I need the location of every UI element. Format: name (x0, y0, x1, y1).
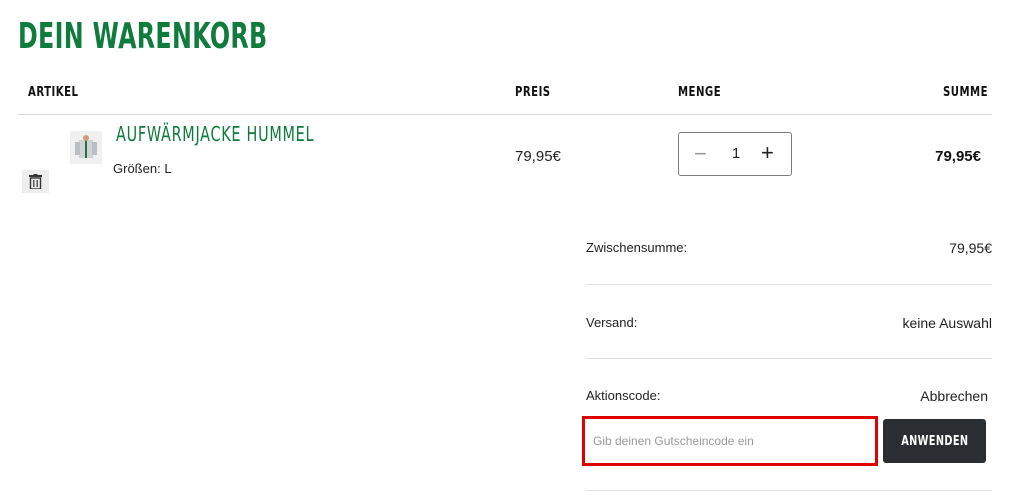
apply-coupon-button[interactable]: ANWENDEN (883, 419, 986, 463)
size-value: L (164, 161, 172, 176)
summary-divider (586, 284, 992, 285)
column-header-quantity: MENGE (678, 85, 722, 100)
jacket-thumbnail[interactable] (70, 131, 102, 164)
coupon-code-input[interactable] (589, 421, 871, 461)
column-header-sum: SUMME (943, 85, 988, 100)
item-price: 79,95€ (515, 148, 561, 165)
quantity-decrease-button[interactable]: − (694, 143, 707, 165)
product-size: Größen: L (113, 161, 172, 176)
quantity-stepper[interactable]: − 1 + (678, 132, 792, 176)
header-divider (18, 114, 992, 115)
shipping-value: keine Auswahl (902, 315, 992, 331)
quantity-increase-button[interactable]: + (761, 142, 774, 164)
summary-divider (586, 358, 992, 359)
summary-divider (586, 490, 992, 491)
page-title: DEIN WARENKORB (18, 16, 268, 57)
shipping-label: Versand: (586, 315, 638, 330)
promo-code-label: Aktionscode: (586, 388, 661, 403)
delete-item-button[interactable] (22, 170, 49, 193)
item-total: 79,95€ (935, 148, 981, 165)
promo-cancel-link[interactable]: Abbrechen (920, 388, 988, 404)
product-name-link[interactable]: AUFWÄRMJACKE HUMMEL (116, 122, 314, 146)
column-header-price: PREIS (515, 85, 551, 100)
column-header-item: ARTIKEL (28, 85, 79, 100)
trash-icon (29, 174, 42, 189)
subtotal-label: Zwischensumme: (586, 240, 688, 255)
quantity-value: 1 (731, 145, 741, 162)
apply-button-label: ANWENDEN (900, 433, 969, 449)
subtotal-value: 79,95€ (949, 240, 992, 256)
size-label: Größen: (113, 161, 161, 176)
